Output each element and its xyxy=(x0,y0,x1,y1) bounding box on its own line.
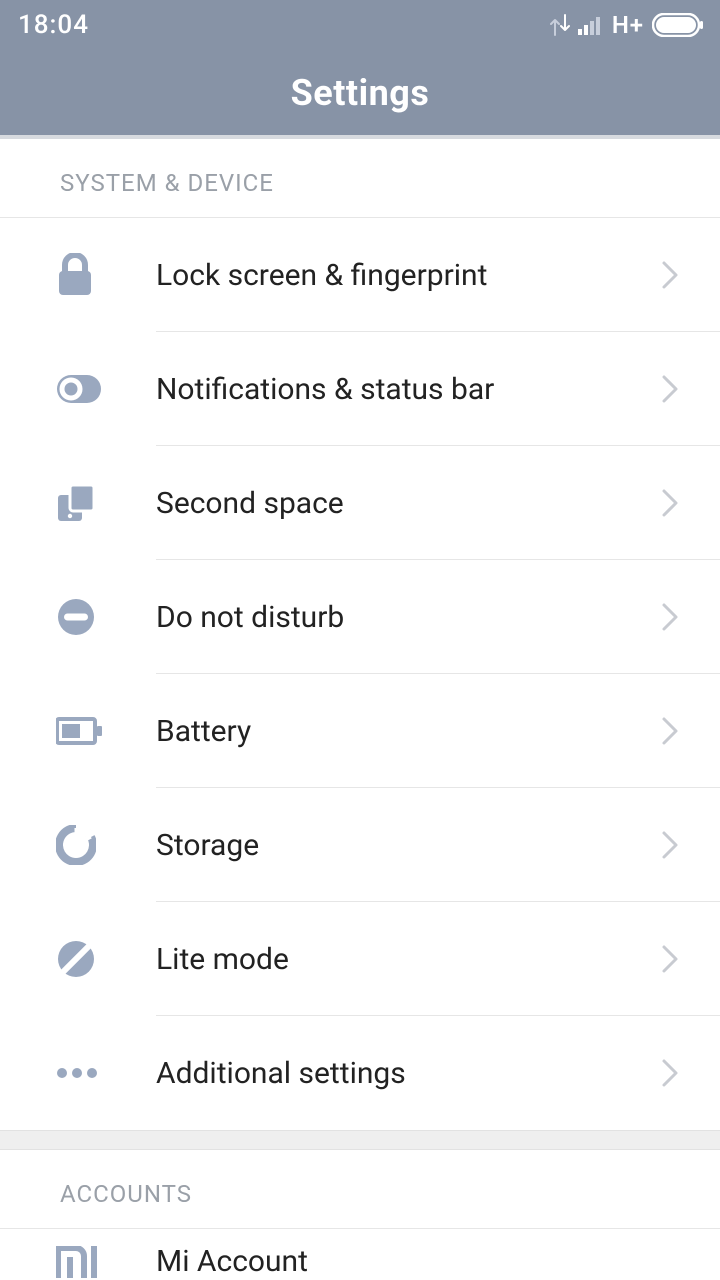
row-storage[interactable]: Storage xyxy=(0,788,720,902)
chevron-right-icon xyxy=(650,825,690,865)
section-header-accounts: ACCOUNTS xyxy=(0,1150,720,1229)
row-second-space[interactable]: Second space xyxy=(0,446,720,560)
section-accounts: ACCOUNTS Mi Account xyxy=(0,1150,720,1280)
row-label: Additional settings xyxy=(156,1056,650,1091)
status-time: 18:04 xyxy=(18,10,89,40)
lock-icon xyxy=(56,253,94,297)
status-bar: 18:04 H+ xyxy=(0,0,720,50)
row-label: Lock screen & fingerprint xyxy=(156,258,650,293)
storage-icon xyxy=(56,825,96,865)
mi-logo-icon xyxy=(56,1246,98,1278)
row-label: Second space xyxy=(156,486,650,521)
toggle-icon xyxy=(56,374,102,404)
chevron-right-icon xyxy=(650,1053,690,1093)
data-arrows-icon xyxy=(550,14,570,36)
row-additional-settings[interactable]: Additional settings xyxy=(0,1016,720,1130)
row-do-not-disturb[interactable]: Do not disturb xyxy=(0,560,720,674)
chevron-right-icon xyxy=(650,597,690,637)
row-label: Lite mode xyxy=(156,942,650,977)
battery-icon xyxy=(652,13,704,37)
chevron-right-icon xyxy=(650,483,690,523)
status-right: H+ xyxy=(550,11,704,39)
row-lite-mode[interactable]: Lite mode xyxy=(0,902,720,1016)
signal-icon xyxy=(578,15,604,35)
row-battery[interactable]: Battery xyxy=(0,674,720,788)
chevron-right-icon xyxy=(650,255,690,295)
row-lock-screen-fingerprint[interactable]: Lock screen & fingerprint xyxy=(0,218,720,332)
row-label: Battery xyxy=(156,714,650,749)
row-label: Notifications & status bar xyxy=(156,372,650,407)
section-system-device: SYSTEM & DEVICE Lock screen & fingerprin… xyxy=(0,139,720,1130)
row-label: Mi Account xyxy=(156,1244,308,1279)
row-label: Storage xyxy=(156,828,650,863)
section-gap xyxy=(0,1130,720,1150)
chevron-right-icon xyxy=(650,939,690,979)
dnd-icon xyxy=(56,597,96,637)
network-type: H+ xyxy=(612,11,644,39)
second-space-icon xyxy=(56,483,96,523)
app-header: Settings xyxy=(0,50,720,135)
battery-icon xyxy=(56,717,104,745)
page-title: Settings xyxy=(291,72,430,114)
more-dots-icon xyxy=(56,1066,98,1080)
chevron-right-icon xyxy=(650,711,690,751)
chevron-right-icon xyxy=(650,369,690,409)
row-notifications-status-bar[interactable]: Notifications & status bar xyxy=(0,332,720,446)
row-label: Do not disturb xyxy=(156,600,650,635)
section-header-system-device: SYSTEM & DEVICE xyxy=(0,139,720,218)
lite-mode-icon xyxy=(56,939,96,979)
row-mi-account[interactable]: Mi Account xyxy=(0,1229,720,1280)
